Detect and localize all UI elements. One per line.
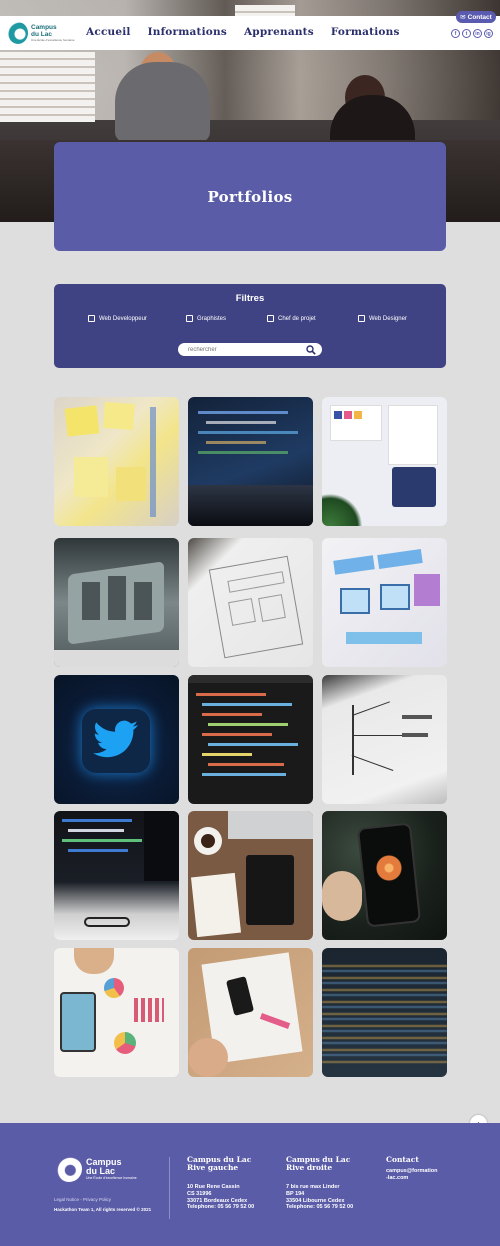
filter-web-developpeur[interactable]: Web Developpeur xyxy=(88,315,147,322)
nav-item-accueil[interactable]: Accueil xyxy=(86,26,131,38)
instagram-icon[interactable]: ig xyxy=(484,29,493,38)
main-nav: Accueil Informations Apprenants Formatio… xyxy=(86,26,417,38)
portfolio-tile-laptop-code[interactable] xyxy=(188,397,313,526)
footer-phone: Telephone: 05 56 79 52 00 xyxy=(187,1204,255,1211)
portfolio-tile-wireframe-sketch[interactable] xyxy=(188,538,313,667)
portfolio-tile-desk-coffee[interactable] xyxy=(188,811,313,940)
checkbox-web-developpeur[interactable] xyxy=(88,315,95,322)
portfolio-tile-dark-desk[interactable] xyxy=(54,811,179,940)
filter-chef-de-projet[interactable]: Chef de projet xyxy=(267,315,316,322)
portfolio-tile-phone-flower[interactable] xyxy=(322,811,447,940)
portfolio-tile-mind-map[interactable] xyxy=(322,675,447,804)
filter-web-designer[interactable]: Web Designer xyxy=(358,315,407,322)
filter-label: Graphistes xyxy=(197,315,227,322)
hero-person-1 xyxy=(115,62,210,142)
hero-window-left xyxy=(0,52,95,122)
logo-line-2: du Lac xyxy=(31,31,52,38)
footer-column-title: Contact xyxy=(386,1155,419,1164)
search-bar xyxy=(178,343,322,356)
footer-email[interactable]: campus@formation xyxy=(386,1168,438,1175)
page-title: Portfolios xyxy=(207,187,293,206)
site-footer: Campus du Lac Une École d'excellence hum… xyxy=(0,1123,500,1246)
portfolio-tile-sticky-notes[interactable] xyxy=(54,397,179,526)
filter-label: Chef de projet xyxy=(278,315,316,322)
footer-column-rive-gauche: Campus du Lac Rive gauche 10 Rue Rene Ca… xyxy=(187,1156,254,1211)
portfolio-tile-colored-wireframe[interactable] xyxy=(322,538,447,667)
linkedin-icon[interactable]: in xyxy=(473,29,482,38)
nav-item-formations[interactable]: Formations xyxy=(331,26,400,38)
chat-icon: ✉ xyxy=(460,14,466,21)
footer-address-line: BP 194 xyxy=(286,1190,305,1197)
footer-column-title: Campus du Lac Rive gauche xyxy=(187,1156,254,1172)
filter-label: Web Developpeur xyxy=(99,315,147,322)
logo-line-1: Campus xyxy=(31,24,57,31)
portfolio-tile-twitter-icon[interactable] xyxy=(54,675,179,804)
twitter-bird-icon xyxy=(93,720,138,758)
page-title-card: Portfolios xyxy=(54,142,446,251)
filters-panel: Filtres Web Developpeur Graphistes Chef … xyxy=(54,284,446,368)
logo-tagline: Une École d'excellence humaine xyxy=(31,38,75,42)
footer-column-rive-droite: Campus du Lac Rive droite 7 bis rue max … xyxy=(286,1156,353,1211)
nav-item-apprenants[interactable]: Apprenants xyxy=(244,26,314,38)
search-icon[interactable] xyxy=(306,345,316,355)
footer-address-line: 33071 Bordeaux Cedex xyxy=(187,1197,248,1204)
facebook-icon[interactable]: f xyxy=(451,29,460,38)
logo-mark-icon xyxy=(8,22,28,44)
footer-col2-title-2: Rive droite xyxy=(286,1163,333,1172)
footer-divider xyxy=(169,1157,170,1219)
footer-address-line: 7 bis rue max Linder xyxy=(286,1184,340,1190)
portfolio-tile-phone-sketch[interactable] xyxy=(188,948,313,1077)
twitter-icon[interactable]: t xyxy=(462,29,471,38)
footer-logo[interactable]: Campus du Lac Une École d'excellence hum… xyxy=(56,1156,137,1182)
footer-column-title: Campus du Lac Rive droite xyxy=(286,1156,353,1172)
contact-button[interactable]: ✉ Contact xyxy=(456,11,496,23)
filter-label: Web Designer xyxy=(369,315,407,322)
contact-button-label: Contact xyxy=(467,13,492,21)
nav-item-informations[interactable]: Informations xyxy=(148,26,227,38)
footer-phone: Telephone: 05 56 79 52 00 xyxy=(286,1204,354,1211)
portfolio-tile-code-editor[interactable] xyxy=(188,675,313,804)
search-input[interactable] xyxy=(188,345,298,354)
footer-logo-mark-icon xyxy=(56,1156,82,1182)
footer-address-line: CS 31996 xyxy=(187,1190,212,1197)
footer-column-contact: Contact campus@formation -lac.com xyxy=(386,1156,438,1182)
filter-graphistes[interactable]: Graphistes xyxy=(186,315,226,322)
legal-links[interactable]: Legal Notice - Privacy Policy xyxy=(54,1197,111,1202)
portfolio-tile-blurred-code[interactable] xyxy=(322,948,447,1077)
footer-logo-line-2: du Lac xyxy=(86,1166,116,1176)
checkbox-chef-de-projet[interactable] xyxy=(267,315,274,322)
site-logo[interactable]: Campus du Lac Une École d'excellence hum… xyxy=(8,22,74,44)
footer-col1-title-2: Rive gauche xyxy=(187,1163,239,1172)
portfolio-tile-ui-design[interactable] xyxy=(322,397,447,526)
checkbox-web-designer[interactable] xyxy=(358,315,365,322)
footer-email[interactable]: -lac.com xyxy=(386,1175,438,1182)
copyright: Hackathon Team 1, All rights reserved © … xyxy=(54,1207,152,1212)
footer-address-line: 33504 Libourne Cedex xyxy=(286,1197,345,1204)
footer-logo-tagline: Une École d'excellence humaine xyxy=(86,1176,137,1180)
filters-title: Filtres xyxy=(235,293,265,304)
portfolio-tile-charts-paper[interactable] xyxy=(54,948,179,1077)
footer-address-line: 10 Rue Rene Cassin xyxy=(187,1184,240,1190)
checkbox-graphistes[interactable] xyxy=(186,315,193,322)
portfolio-tile-3d-letters[interactable] xyxy=(54,538,179,667)
social-links: f t in ig xyxy=(451,29,493,38)
